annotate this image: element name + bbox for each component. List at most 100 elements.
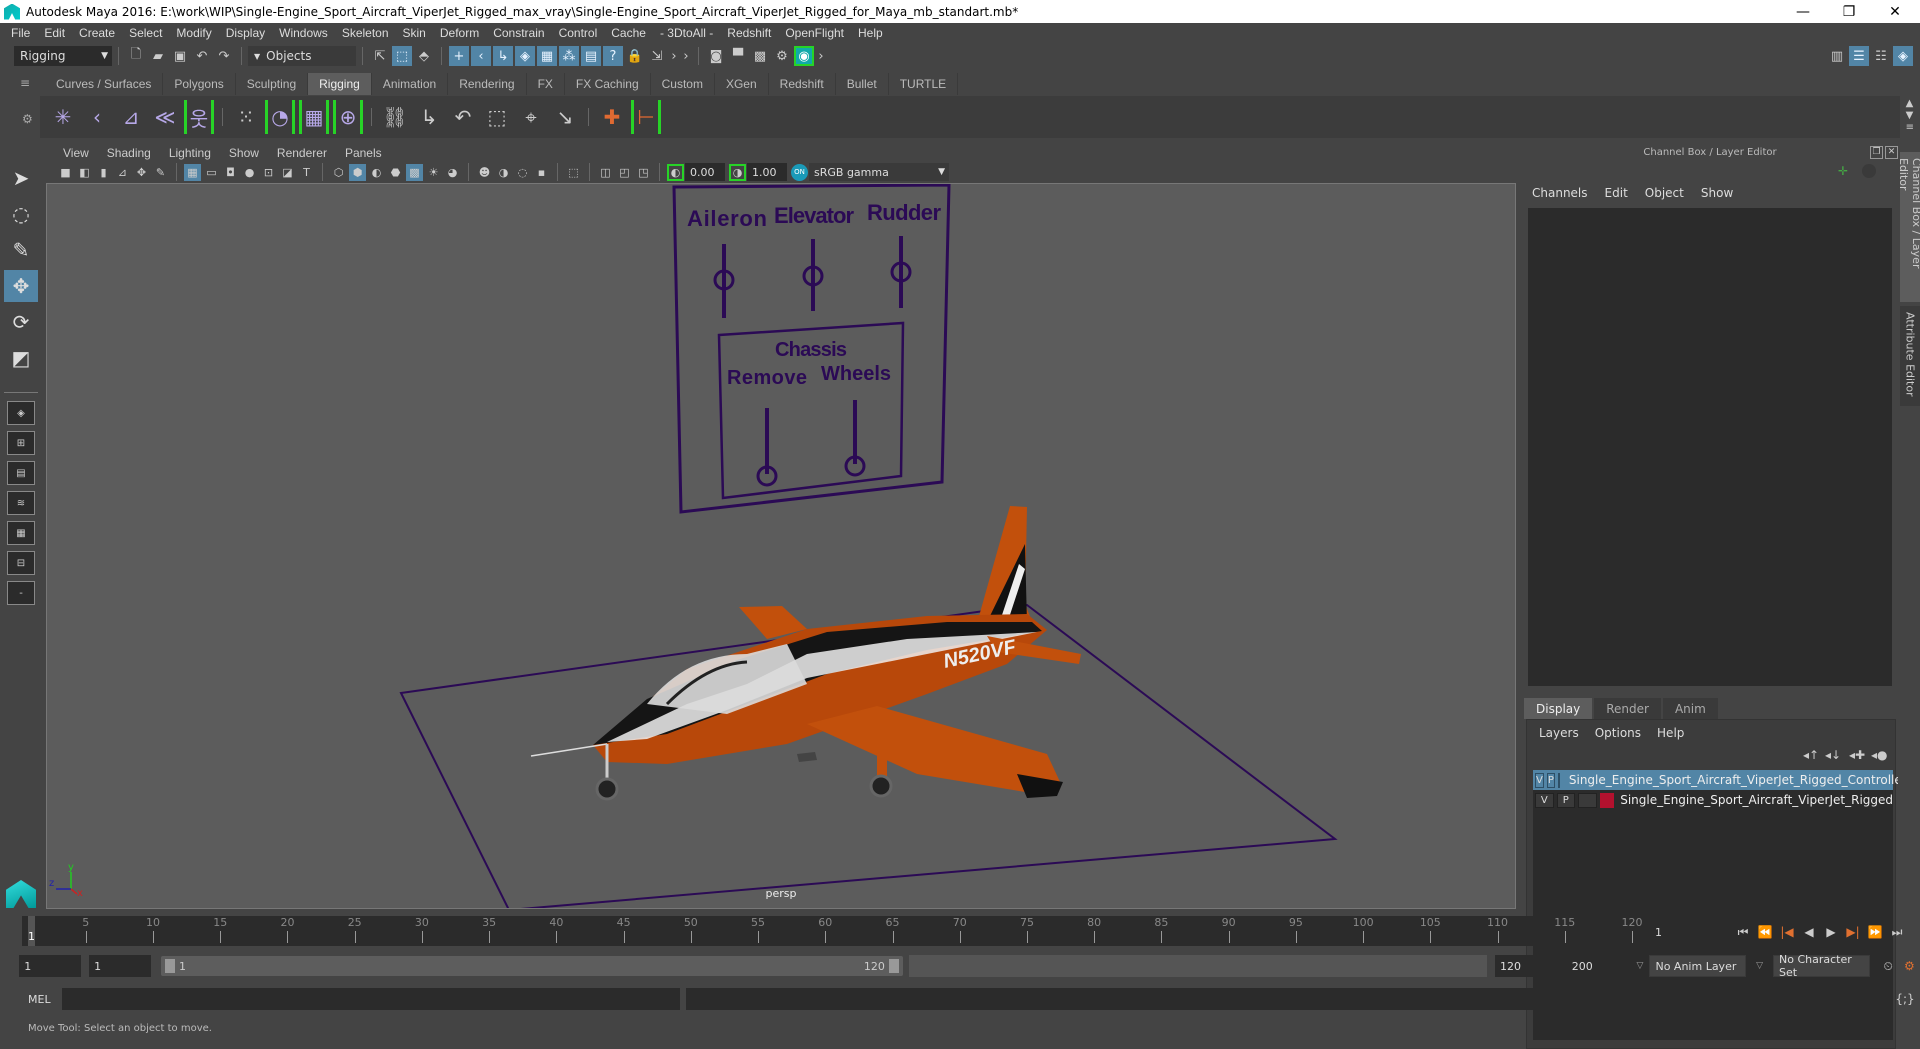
animation-start-field[interactable]: 1: [19, 955, 82, 977]
move-layer-up-icon[interactable]: ◂↑: [1803, 748, 1819, 762]
smooth-shade-icon[interactable]: ⬢: [349, 163, 366, 181]
shelf-scroll-arrows-icon[interactable]: ▲ ▼ ≡: [1906, 98, 1914, 134]
perspective-viewport[interactable]: Aileron Elevator Rudder Chassis Remove W…: [46, 183, 1516, 909]
viewport-menu-renderer[interactable]: Renderer: [268, 146, 336, 160]
layer-visibility-toggle[interactable]: V: [1535, 772, 1544, 788]
four-pane-layout-icon[interactable]: ⊞: [7, 431, 35, 455]
shadows-icon[interactable]: ◕: [444, 164, 461, 181]
layer-playback-toggle[interactable]: P: [1546, 772, 1555, 788]
playback-start-field[interactable]: 1: [89, 955, 151, 977]
rotate-tool-icon[interactable]: ⟳: [4, 306, 38, 338]
select-hierarchy-icon[interactable]: ⇱: [370, 46, 390, 66]
snap-curve-icon[interactable]: ‹: [471, 46, 491, 66]
humanik-skeleton-icon[interactable]: 웃: [184, 100, 214, 134]
channel-box-menu-channels[interactable]: Channels: [1532, 186, 1588, 200]
textured-icon[interactable]: ▩: [406, 163, 423, 181]
xray-icon[interactable]: ◫: [597, 164, 614, 181]
snap-surface-icon[interactable]: ◈: [515, 46, 535, 66]
ik-handle-icon[interactable]: ‹: [82, 100, 112, 134]
play-forwards-icon[interactable]: ▶: [1820, 922, 1842, 942]
shelf-tab-bullet[interactable]: Bullet: [835, 73, 889, 95]
safe-title-icon[interactable]: T: [298, 164, 315, 181]
menu-skin[interactable]: Skin: [396, 26, 433, 40]
layer-tab-anim[interactable]: Anim: [1662, 698, 1718, 719]
exposure-field[interactable]: 0.00: [685, 163, 725, 181]
safe-action-icon[interactable]: ◪: [279, 164, 296, 181]
collapse-arrow-icon[interactable]: ›: [669, 46, 679, 66]
hypershade-layout-icon[interactable]: ▦: [7, 521, 35, 545]
viewport-menu-lighting[interactable]: Lighting: [160, 146, 220, 160]
go-to-start-icon[interactable]: ⏮: [1732, 922, 1754, 942]
chevron-down-icon[interactable]: ▽: [1756, 961, 1763, 971]
new-scene-icon[interactable]: 🗋: [126, 46, 146, 66]
restore-button[interactable]: ❐: [1826, 0, 1872, 23]
locator-icon[interactable]: ✚: [597, 100, 627, 134]
sync-icon[interactable]: [1862, 164, 1876, 178]
modeling-toolkit-icon[interactable]: ▥: [1827, 46, 1847, 66]
menu-constrain[interactable]: Constrain: [486, 26, 551, 40]
step-forward-key-icon[interactable]: ⏩: [1864, 922, 1886, 942]
pole-vector-icon[interactable]: ↘: [550, 100, 580, 134]
shelf-tab-sculpting[interactable]: Sculpting: [235, 73, 309, 95]
lock-icon[interactable]: 🔒: [625, 46, 645, 66]
chevron-down-icon[interactable]: ▽: [1637, 961, 1644, 971]
channel-box-menu-edit[interactable]: Edit: [1605, 186, 1628, 200]
shelf-tab-rendering[interactable]: Rendering: [448, 73, 527, 95]
menu-openflight[interactable]: OpenFlight: [778, 26, 851, 40]
outliner-persp-layout-icon[interactable]: ▤: [7, 461, 35, 485]
lattice-icon[interactable]: ▦: [299, 100, 329, 134]
screen-space-ao-icon[interactable]: ☻: [476, 164, 493, 181]
viewport-menu-view[interactable]: View: [54, 146, 98, 160]
custom-layout-icon[interactable]: -: [7, 581, 35, 605]
shelf-tab-turtle[interactable]: TURTLE: [888, 73, 959, 95]
animation-preferences-icon[interactable]: ⚙: [1899, 956, 1920, 976]
step-back-frame-icon[interactable]: |◀: [1776, 922, 1798, 942]
attribute-editor-toggle-icon[interactable]: ☰: [1849, 46, 1869, 66]
lasso-tool-icon[interactable]: ◌: [4, 198, 38, 230]
single-pane-layout-icon[interactable]: ◈: [7, 401, 35, 425]
shelf-tab-xgen[interactable]: XGen: [714, 73, 769, 95]
menu-help[interactable]: Help: [851, 26, 890, 40]
open-scene-icon[interactable]: ▰: [148, 46, 168, 66]
layer-menu-options[interactable]: Options: [1595, 726, 1641, 740]
resolution-gate-icon[interactable]: ◘: [222, 164, 239, 181]
snap-point-icon[interactable]: ↳: [493, 46, 513, 66]
color-space-dropdown[interactable]: sRGB gamma ▼: [809, 163, 949, 181]
2d-pan-zoom-icon[interactable]: ✥: [133, 164, 150, 181]
menu-edit[interactable]: Edit: [37, 26, 72, 40]
tool-settings-icon[interactable]: ☷: [1871, 46, 1891, 66]
side-tab-channel-box[interactable]: Channel Box / Layer Editor: [1897, 152, 1920, 302]
render-view-icon[interactable]: ▀: [728, 46, 748, 66]
layer-visibility-toggle[interactable]: V: [1535, 792, 1554, 808]
select-object-icon[interactable]: ⬚: [392, 46, 412, 66]
layer-row[interactable]: V P Single_Engine_Sport_Aircraft_ViperJe…: [1533, 770, 1902, 790]
select-component-icon[interactable]: ⬘: [414, 46, 434, 66]
menu-file[interactable]: File: [4, 26, 37, 40]
save-scene-icon[interactable]: ▣: [170, 46, 190, 66]
step-back-key-icon[interactable]: ⏪: [1754, 922, 1776, 942]
viewport-menu-panels[interactable]: Panels: [336, 146, 391, 160]
hypershade-icon[interactable]: ◉: [794, 46, 814, 66]
menu-deform[interactable]: Deform: [433, 26, 486, 40]
shelf-tab-fx-caching[interactable]: FX Caching: [564, 73, 651, 95]
viewport-menu-show[interactable]: Show: [220, 146, 268, 160]
minimize-button[interactable]: —: [1780, 0, 1826, 23]
animation-end-field[interactable]: 200: [1566, 955, 1631, 977]
gamma-icon[interactable]: ◑: [729, 163, 746, 181]
layer-menu-layers[interactable]: Layers: [1539, 726, 1579, 740]
menu-cache[interactable]: Cache: [604, 26, 653, 40]
use-all-lights-icon[interactable]: ☀: [425, 164, 442, 181]
shelf-tab-curves-surfaces[interactable]: Curves / Surfaces: [45, 73, 164, 95]
wireframe-icon[interactable]: ⬡: [330, 164, 347, 181]
character-set-dropdown[interactable]: No Character Set: [1773, 953, 1870, 979]
shelf-tab-custom[interactable]: Custom: [650, 73, 715, 95]
film-gate-icon[interactable]: ▭: [203, 164, 220, 181]
xray-joints-icon[interactable]: ◰: [616, 164, 633, 181]
range-slider[interactable]: 1 120: [160, 956, 903, 976]
parent-constraint-icon[interactable]: ⛓: [380, 100, 410, 134]
time-slider[interactable]: 1 5 10 15 20 25 30 35 40 45 50 55 60 65 70 75 80 85 90 95 1…: [22, 916, 1643, 946]
gamma-field[interactable]: 1.00: [747, 163, 787, 181]
menu-skeleton[interactable]: Skeleton: [335, 26, 396, 40]
move-tool-icon[interactable]: ✥: [4, 270, 38, 302]
shelf-tab-animation[interactable]: Animation: [371, 73, 449, 95]
